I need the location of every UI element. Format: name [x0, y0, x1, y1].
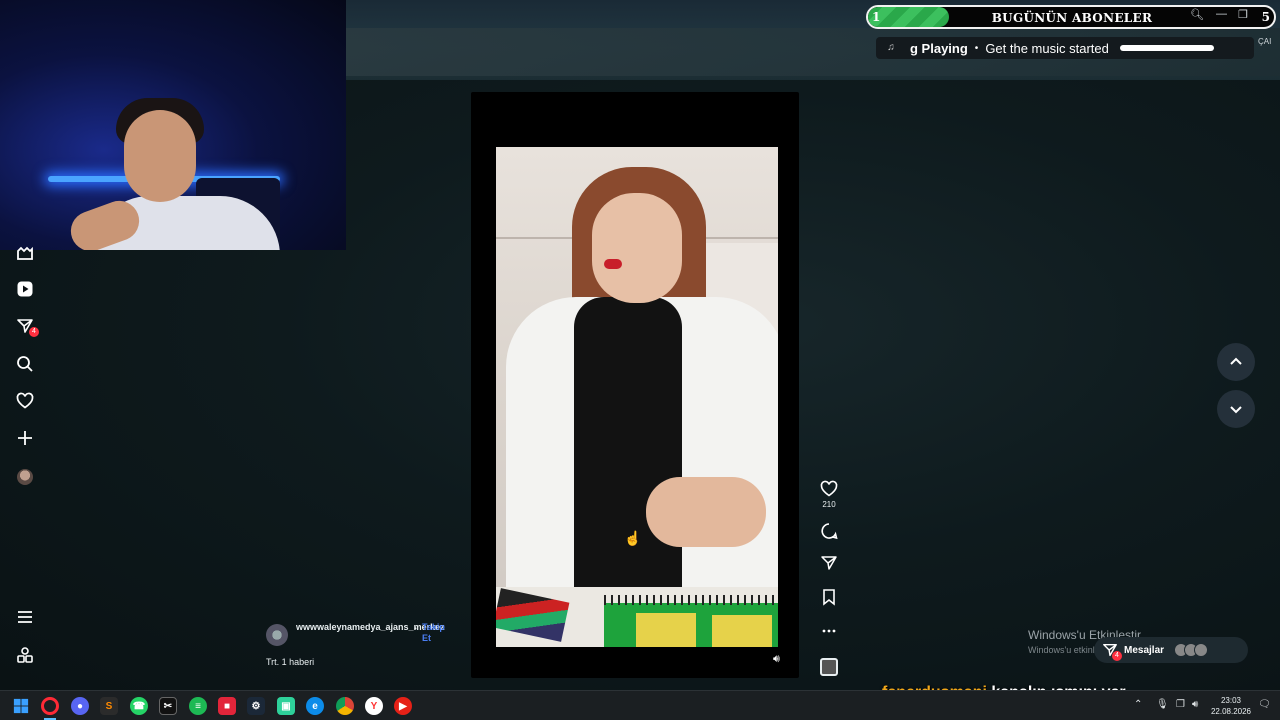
notifications-icon[interactable] — [14, 390, 36, 412]
microphone-icon[interactable]: 🎙︎ — [1156, 699, 1169, 710]
messages-pill-badge: 4 — [1112, 651, 1122, 661]
messages-icon: 4 — [1102, 642, 1122, 661]
author-separator: • — [414, 624, 417, 633]
search-icon[interactable] — [14, 353, 36, 375]
opera-icon[interactable] — [41, 697, 59, 715]
edge-icon[interactable]: e — [306, 697, 324, 715]
clock-date: 22.08.2026 — [1210, 707, 1252, 716]
messages-badge: 4 — [29, 327, 39, 337]
message-avatars — [1174, 643, 1209, 657]
previous-reel-button[interactable] — [1217, 343, 1255, 381]
now-playing-widget: ♫ g Playing • Get the music started — [876, 37, 1254, 59]
speaker-icon[interactable]: 🔊︎ — [1192, 699, 1198, 710]
tray-chevron-up-icon[interactable]: ⌃ — [1134, 699, 1142, 710]
minimize-icon[interactable]: — — [1216, 8, 1227, 20]
more-menu-icon[interactable] — [14, 606, 36, 628]
now-playing-title: g Playing — [910, 40, 968, 56]
webcam-overlay — [0, 0, 346, 250]
follow-button[interactable]: Takip Et — [422, 622, 452, 644]
chevron-up-icon — [1230, 357, 1242, 365]
save-icon[interactable] — [816, 586, 842, 608]
red-app-icon[interactable]: ■ — [218, 697, 236, 715]
windows-taskbar: ● S ☎ ✂ ≡ ■ ⚙ ▣ e Y ▶ ⌃ 🎙︎ ❐ 🔊︎ 23:03 22… — [0, 690, 1280, 720]
search-icon[interactable]: 🔍︎ — [1190, 8, 1204, 21]
youtube-icon[interactable]: ▶ — [394, 697, 412, 715]
author-name[interactable]: wwwwaleynamedya_ajans_merkez — [296, 622, 445, 633]
messages-pill[interactable]: 4 Mesajlar — [1094, 637, 1248, 663]
yandex-icon[interactable]: Y — [365, 697, 383, 715]
capcut-icon[interactable]: ✂ — [159, 697, 177, 715]
restore-icon[interactable]: ❐ — [1238, 8, 1248, 21]
messages-pill-label: Mesajlar — [1124, 644, 1165, 656]
video-icon[interactable] — [14, 278, 36, 300]
notification-center-icon[interactable]: 🗨︎ — [1258, 699, 1271, 710]
network-icon[interactable]: ❐ — [1176, 699, 1185, 710]
audio-thumbnail[interactable] — [820, 658, 838, 676]
whatsapp-icon[interactable]: ☎ — [130, 697, 148, 715]
green-app-icon[interactable]: ▣ — [277, 697, 295, 715]
messages-icon[interactable]: 4 — [14, 315, 39, 337]
sublime-icon[interactable]: S — [100, 697, 118, 715]
like-count: 210 — [822, 500, 836, 509]
reels-icon[interactable] — [14, 243, 36, 265]
now-playing-separator: • — [974, 42, 979, 54]
comment-icon[interactable] — [816, 520, 842, 542]
clock-time: 23:03 — [1220, 696, 1242, 705]
hand-cursor-icon: ☝ — [624, 530, 642, 546]
steam-icon[interactable]: ⚙ — [247, 697, 265, 715]
now-playing-subtitle: Get the music started — [985, 40, 1109, 56]
windows-start-icon[interactable] — [12, 697, 30, 715]
reel-video[interactable] — [496, 147, 778, 647]
next-reel-button[interactable] — [1217, 390, 1255, 428]
top-right-label: ÇAI — [1258, 37, 1272, 46]
volume-icon[interactable]: 🔊︎ — [773, 653, 780, 666]
like-icon[interactable] — [816, 478, 842, 500]
chrome-icon[interactable] — [336, 697, 354, 715]
more-icon[interactable] — [816, 620, 842, 642]
profile-avatar[interactable] — [14, 466, 36, 488]
chevron-down-icon — [1230, 406, 1242, 414]
discord-icon[interactable]: ● — [71, 697, 89, 715]
create-icon[interactable] — [14, 427, 36, 449]
author-avatar[interactable] — [266, 624, 288, 646]
subscribers-goal: 5 — [1261, 10, 1270, 24]
taskbar-clock[interactable]: 23:03 22.08.2026 — [1207, 695, 1255, 717]
subscribers-goal-widget: 1 BUGÜNÜN ABONELER 5 — [866, 5, 1276, 29]
subscribers-title: BUGÜNÜN ABONELER — [991, 11, 1153, 25]
music-note-icon: ♫ — [887, 42, 895, 53]
now-playing-progress-bar — [1119, 45, 1214, 51]
spotify-icon[interactable]: ≡ — [189, 697, 207, 715]
threads-icon[interactable] — [14, 644, 36, 666]
reel-caption: Trt. 1 haberi — [266, 657, 315, 667]
share-icon[interactable] — [816, 552, 842, 574]
